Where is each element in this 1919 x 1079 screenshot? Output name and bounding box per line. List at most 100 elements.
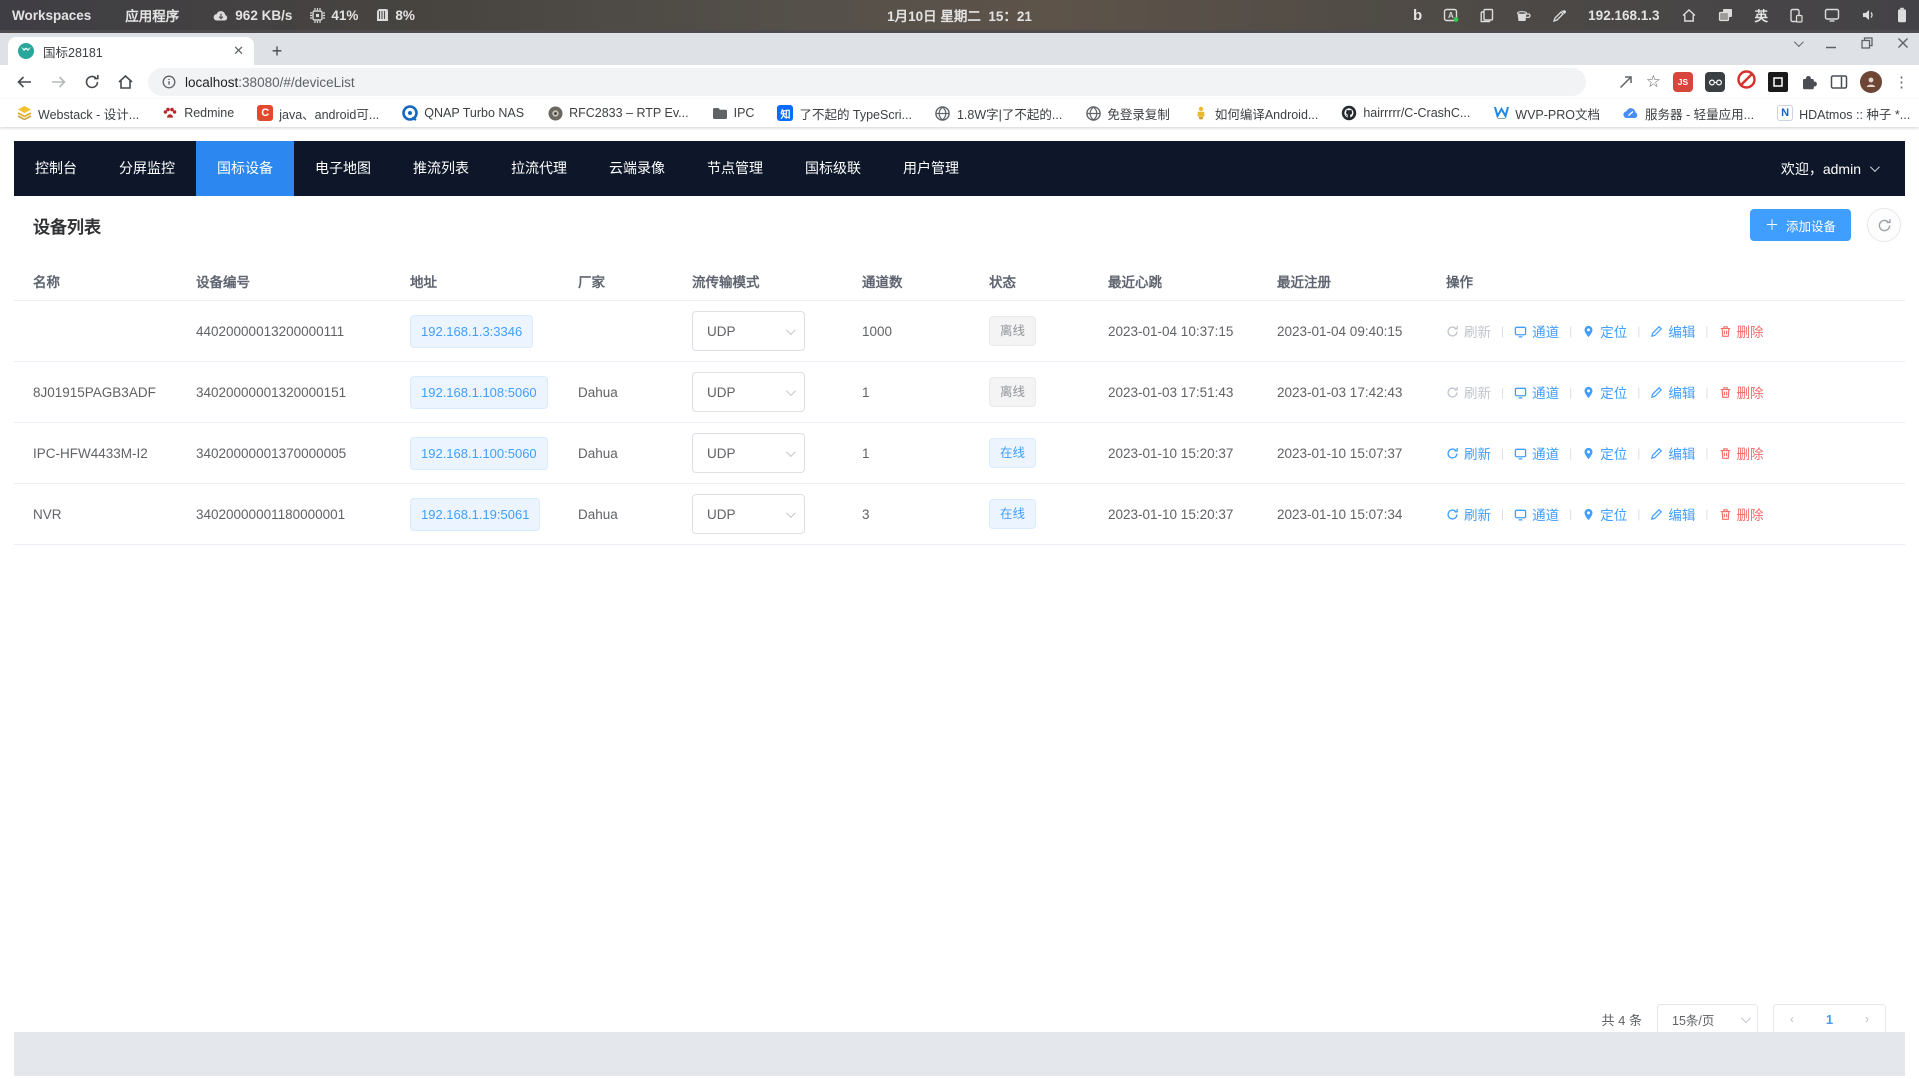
locate-action[interactable]: 定位 [1582, 321, 1627, 341]
input-method-indicator[interactable]: 英 [1755, 5, 1769, 25]
bing-tray-icon[interactable]: b [1413, 7, 1422, 24]
address-tag[interactable]: 192.168.1.19:5061 [410, 498, 540, 531]
transport-select[interactable]: UDP [692, 311, 805, 351]
bookmark-star-icon[interactable]: ☆ [1646, 72, 1661, 92]
channels-action[interactable]: 通道 [1514, 443, 1559, 463]
workspaces-button[interactable]: Workspaces [12, 8, 91, 23]
transport-select[interactable]: UDP [692, 433, 805, 473]
current-page[interactable]: 1 [1826, 1012, 1833, 1027]
bookmark-webstack[interactable]: Webstack - 设计... [16, 104, 139, 123]
edit-action[interactable]: 编辑 [1650, 382, 1695, 402]
locate-action[interactable]: 定位 [1582, 504, 1627, 524]
tab-close-icon[interactable]: ✕ [233, 43, 244, 59]
edit-action[interactable]: 编辑 [1650, 443, 1695, 463]
delete-action[interactable]: 删除 [1719, 321, 1764, 341]
browser-tab[interactable]: 国标28181 ✕ [8, 37, 254, 65]
restore-icon[interactable] [1861, 37, 1873, 49]
add-device-button[interactable]: ＋ 添加设备 [1750, 209, 1851, 241]
nav-item-console[interactable]: 控制台 [14, 141, 98, 196]
transport-select[interactable]: UDP [692, 494, 805, 534]
new-tab-button[interactable]: + [266, 40, 288, 62]
minimize-icon[interactable] [1825, 37, 1837, 49]
tab-strip: 国标28181 ✕ + [0, 33, 1919, 65]
network-indicator[interactable]: 962 KB/s [213, 8, 292, 23]
share-icon[interactable] [1618, 74, 1634, 90]
nav-item-cloud-record[interactable]: 云端录像 [588, 141, 686, 196]
bookmark-csdn[interactable]: C java、android可... [257, 104, 379, 123]
channels-action[interactable]: 通道 [1514, 382, 1559, 402]
nav-item-split-monitor[interactable]: 分屏监控 [98, 141, 196, 196]
bookmark-wvp-docs[interactable]: WVP-PRO文档 [1493, 104, 1600, 123]
edit-action[interactable]: 编辑 [1650, 321, 1695, 341]
browser-menu-icon[interactable]: ⋮ [1894, 73, 1909, 91]
nav-item-pull-proxy[interactable]: 拉流代理 [490, 141, 588, 196]
address-tag[interactable]: 192.168.1.108:5060 [410, 376, 548, 409]
bookmark-article1[interactable]: 1.8W字|了不起的... [935, 104, 1062, 123]
nav-item-gb-cascade[interactable]: 国标级联 [784, 141, 882, 196]
forward-button[interactable] [50, 75, 67, 89]
nav-item-gb-devices[interactable]: 国标设备 [196, 141, 294, 196]
color-picker-tray-icon[interactable] [1552, 8, 1567, 23]
cpu-indicator[interactable]: 41% [310, 8, 358, 23]
tab-search-icon[interactable] [1794, 37, 1804, 47]
locate-action[interactable]: 定位 [1582, 443, 1627, 463]
clipboard-tray-icon[interactable] [1480, 8, 1494, 23]
ip-address[interactable]: 192.168.1.3 [1588, 8, 1659, 23]
bookmark-rfc2833[interactable]: RFC2833 – RTP Ev... [547, 105, 689, 121]
edit-action[interactable]: 编辑 [1650, 504, 1695, 524]
prev-page-button[interactable]: ‹ [1790, 1012, 1794, 1026]
refresh-action[interactable]: 刷新 [1446, 504, 1491, 524]
bookmark-zhihu[interactable]: 知 了不起的 TypeScri... [777, 104, 912, 123]
bookmark-github[interactable]: hairrrrr/C-CrashC... [1341, 105, 1470, 121]
user-menu[interactable]: 欢迎，admin [1781, 141, 1905, 196]
extension-dark-icon[interactable] [1768, 72, 1788, 92]
bookmark-qnap[interactable]: QNAP Turbo NAS [402, 105, 524, 121]
home-button[interactable] [117, 74, 134, 90]
extension-js-icon[interactable]: JS [1673, 72, 1693, 92]
reload-button[interactable] [84, 74, 100, 90]
bookmark-android-build[interactable]: 如何编译Android... [1193, 104, 1319, 123]
delete-action[interactable]: 删除 [1719, 504, 1764, 524]
side-panel-icon[interactable] [1830, 74, 1848, 90]
memory-indicator[interactable]: 8% [376, 8, 415, 23]
extension-blocker-icon[interactable] [1737, 70, 1756, 94]
bookmark-cloud-server[interactable]: 服务器 - 轻量应用... [1623, 104, 1754, 123]
locate-action[interactable]: 定位 [1582, 382, 1627, 402]
col-heartbeat: 最近心跳 [1108, 271, 1277, 291]
display-tray-icon[interactable] [1824, 8, 1840, 22]
screenshot-tray-icon[interactable]: A [1443, 7, 1459, 23]
applications-menu[interactable]: 应用程序 [125, 5, 179, 25]
channels-action[interactable]: 通道 [1514, 504, 1559, 524]
bookmark-redmine[interactable]: Redmine [162, 105, 234, 121]
nav-item-push-list[interactable]: 推流列表 [392, 141, 490, 196]
nav-item-user-mgmt[interactable]: 用户管理 [882, 141, 980, 196]
address-tag[interactable]: 192.168.1.100:5060 [410, 437, 548, 470]
profile-avatar[interactable] [1860, 71, 1882, 93]
bookmark-hdatmos[interactable]: N HDAtmos :: 种子 *... [1777, 104, 1910, 123]
phone-link-tray-icon[interactable] [1789, 8, 1803, 23]
nav-item-e-map[interactable]: 电子地图 [294, 141, 392, 196]
nav-item-node-mgmt[interactable]: 节点管理 [686, 141, 784, 196]
extensions-puzzle-icon[interactable] [1800, 73, 1818, 91]
site-info-icon[interactable] [162, 75, 176, 89]
extension-glasses-icon[interactable] [1705, 72, 1725, 92]
transport-select[interactable]: UDP [692, 372, 805, 412]
channels-action[interactable]: 通道 [1514, 321, 1559, 341]
delete-action[interactable]: 删除 [1719, 443, 1764, 463]
battery-tray-icon[interactable] [1897, 7, 1907, 23]
address-tag[interactable]: 192.168.1.3:3346 [410, 315, 533, 348]
close-window-icon[interactable] [1897, 37, 1909, 49]
coffee-tray-icon[interactable] [1515, 8, 1531, 23]
bookmark-copy-free[interactable]: 免登录复制 [1085, 104, 1170, 123]
refresh-list-button[interactable] [1867, 208, 1901, 242]
delete-action[interactable]: 删除 [1719, 382, 1764, 402]
page-size-select[interactable]: 15条/页 [1657, 1004, 1758, 1034]
workspaces-tray-icon[interactable] [1718, 8, 1734, 22]
next-page-button[interactable]: › [1865, 1012, 1869, 1026]
volume-tray-icon[interactable] [1861, 8, 1876, 22]
bookmark-ipc-folder[interactable]: IPC [712, 105, 755, 121]
back-button[interactable] [16, 75, 33, 89]
address-bar[interactable]: localhost:38080/#/deviceList [148, 68, 1586, 96]
refresh-action[interactable]: 刷新 [1446, 443, 1491, 463]
home-tray-icon[interactable] [1681, 8, 1697, 23]
